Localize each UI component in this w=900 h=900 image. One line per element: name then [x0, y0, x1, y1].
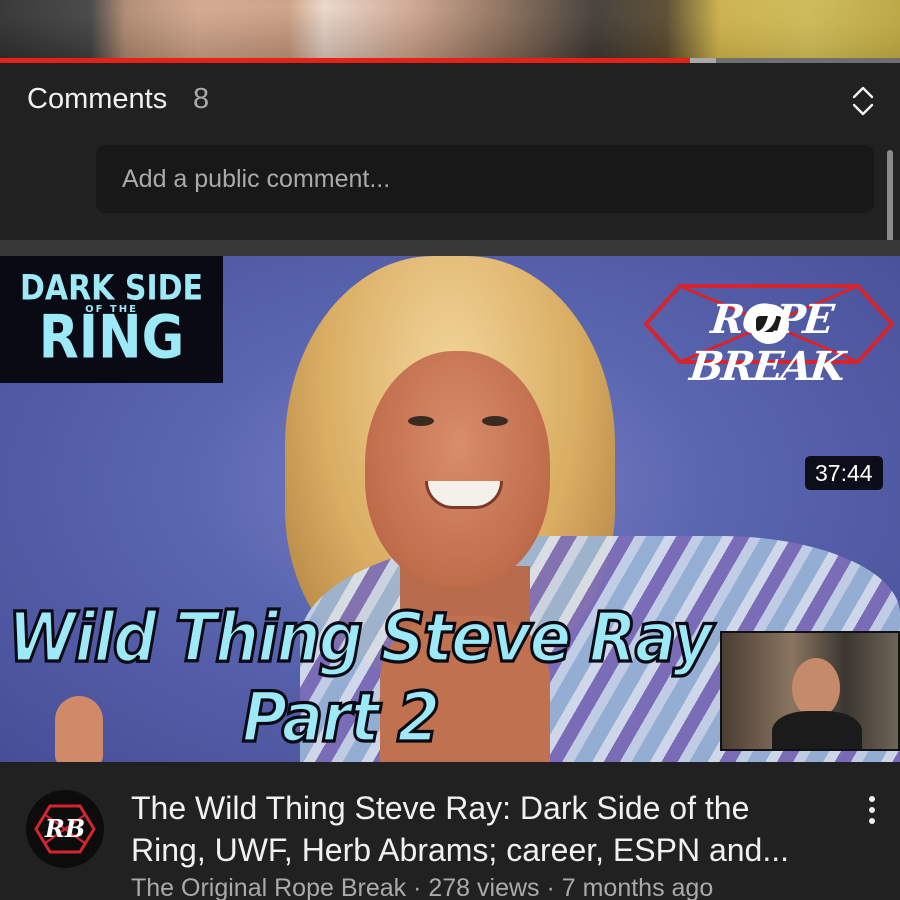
video-title-line-1: The Wild Thing Steve Ray: Dark Side of t…	[131, 790, 750, 826]
video-frame-image	[0, 0, 900, 60]
thumbnail-art-hand	[55, 696, 103, 762]
inset-head	[792, 658, 840, 718]
comments-count: 8	[193, 83, 210, 115]
thumbnail-art-eye	[482, 416, 508, 426]
video-title[interactable]: The Wild Thing Steve Ray: Dark Side of t…	[131, 787, 821, 871]
comment-input[interactable]	[96, 145, 874, 213]
unfold-icon[interactable]	[848, 83, 878, 119]
thumbnail-art-face	[365, 351, 550, 586]
channel-avatar-text: RB	[44, 814, 85, 843]
dark-side-of-the-ring-logo: DARK SIDE OF THE RING	[0, 256, 223, 383]
rope-break-logo: ROPE BREAK	[640, 278, 898, 390]
logo-line-3: RING	[38, 303, 185, 373]
duration-badge: 37:44	[805, 456, 883, 490]
thumbnail-caption-line-1: Wild Thing Steve Ray	[6, 596, 714, 680]
comments-header[interactable]: Comments 8	[0, 63, 900, 138]
thumbnail-caption-line-2: Part 2	[240, 676, 441, 760]
add-comment-field[interactable]	[96, 145, 874, 213]
more-vert-icon[interactable]	[858, 792, 886, 828]
rope-break-logo-text: ROPE BREAK	[687, 296, 846, 390]
thumbnail-art-eye	[408, 416, 434, 426]
video-player-frame[interactable]	[0, 0, 900, 60]
channel-avatar[interactable]: RB	[26, 790, 104, 868]
host-inset-image	[720, 631, 900, 751]
video-title-line-2: Ring, UWF, Herb Abrams; career, ESPN and…	[131, 832, 790, 868]
comments-title: Comments	[27, 83, 168, 115]
inset-body	[772, 711, 862, 749]
video-thumbnail[interactable]: DARK SIDE OF THE RING ROPE BREAK Wild Th…	[0, 256, 900, 762]
section-divider	[0, 240, 900, 256]
video-meta: The Original Rope Break · 278 views · 7 …	[131, 874, 714, 900]
video-info-row[interactable]: RB The Wild Thing Steve Ray: Dark Side o…	[0, 762, 900, 900]
